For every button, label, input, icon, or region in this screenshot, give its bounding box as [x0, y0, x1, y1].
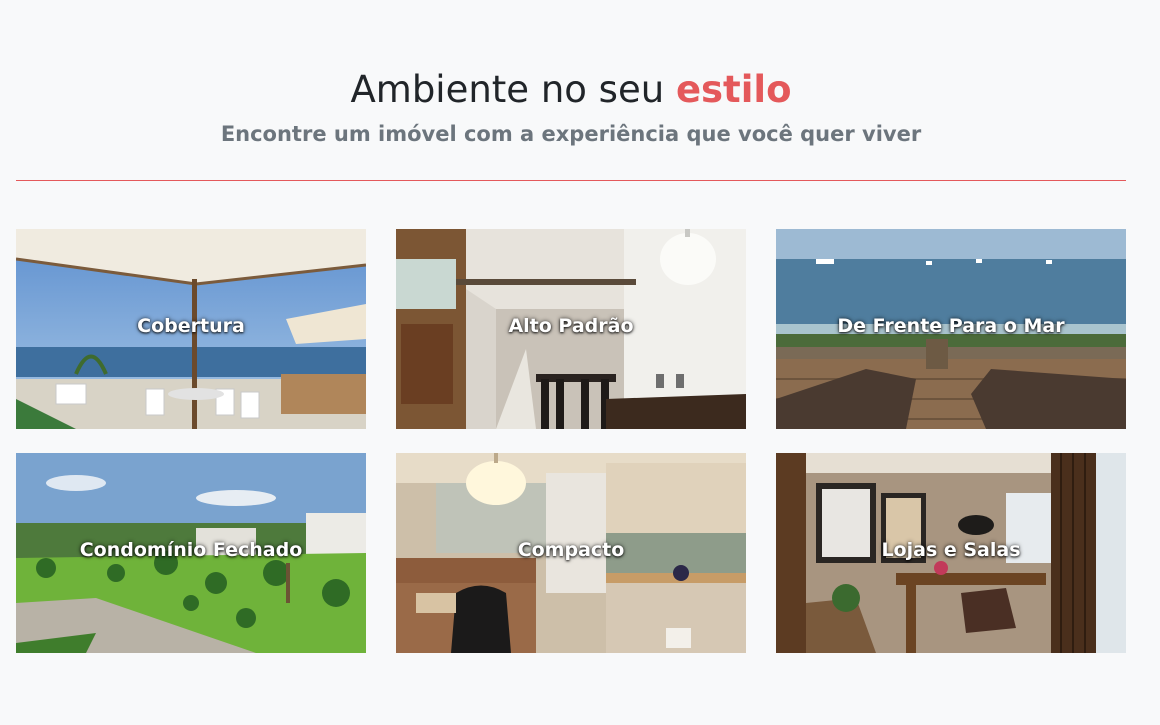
category-label: Alto Padrão — [508, 315, 634, 337]
category-card-condominio[interactable]: Condomínio Fechado — [16, 453, 366, 653]
category-label: Cobertura — [137, 315, 245, 337]
category-label: Compacto — [517, 539, 625, 561]
category-label: Condomínio Fechado — [79, 539, 303, 561]
category-card-lojas-salas[interactable]: Lojas e Salas — [776, 453, 1126, 653]
category-grid: Cobertura Alto Padrão De Frente Para o M… — [16, 229, 1126, 653]
category-card-alto-padrao[interactable]: Alto Padrão — [396, 229, 746, 429]
category-card-cobertura[interactable]: Cobertura — [16, 229, 366, 429]
section-divider — [16, 180, 1126, 181]
title-prefix: Ambiente no seu — [350, 68, 676, 111]
category-label: De Frente Para o Mar — [837, 315, 1065, 337]
section-title: Ambiente no seu estilo — [0, 66, 1142, 114]
title-accent: estilo — [675, 68, 792, 111]
category-card-frente-mar[interactable]: De Frente Para o Mar — [776, 229, 1126, 429]
section-subtitle: Encontre um imóvel com a experiência que… — [220, 122, 922, 146]
category-card-compacto[interactable]: Compacto — [396, 453, 746, 653]
category-label: Lojas e Salas — [881, 539, 1021, 561]
